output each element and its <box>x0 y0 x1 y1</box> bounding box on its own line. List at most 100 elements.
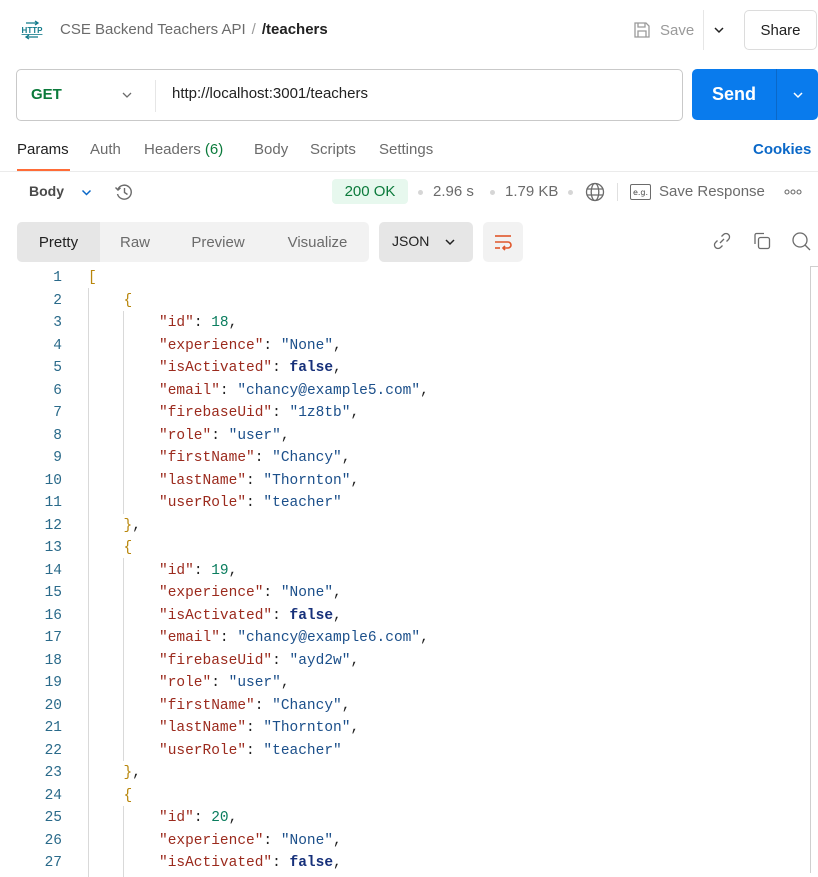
tab-headers[interactable]: Headers (6) <box>144 141 223 158</box>
code-content: "userRole": "teacher" <box>159 492 342 515</box>
code-content: "firstName": "Chancy", <box>159 447 350 470</box>
view-tab-visualize[interactable]: Visualize <box>266 222 369 262</box>
history-icon[interactable] <box>113 181 135 203</box>
globe-icon[interactable] <box>584 181 606 203</box>
url-input[interactable] <box>172 85 672 102</box>
code-token: "firstName" <box>159 450 255 466</box>
code-token: "teacher" <box>263 495 342 511</box>
divider <box>155 80 156 112</box>
code-token: "user" <box>228 675 281 691</box>
code-content: "userRole": "teacher" <box>159 740 342 763</box>
code-token: : <box>246 720 264 736</box>
code-token: "email" <box>159 630 220 646</box>
response-section-select[interactable]: Body <box>29 183 64 199</box>
save-button[interactable]: Save <box>632 17 694 43</box>
line-number: 9 <box>53 450 62 466</box>
code-token: , <box>333 832 342 849</box>
save-response-button[interactable]: Save Response <box>659 183 765 200</box>
link-icon[interactable] <box>711 230 733 252</box>
scrollbar-cap <box>810 266 818 267</box>
share-button[interactable]: Share <box>744 10 817 50</box>
request-bar: GET <box>16 69 683 121</box>
send-options-button[interactable] <box>777 69 818 120</box>
code-token: : <box>219 630 238 646</box>
code-token: : <box>272 360 290 376</box>
view-mode-tabs: Pretty Raw Preview Visualize <box>17 222 369 262</box>
breadcrumb-request-name[interactable]: /teachers <box>262 21 328 38</box>
view-tab-preview[interactable]: Preview <box>170 222 266 262</box>
copy-icon[interactable] <box>751 230 773 252</box>
code-token: : <box>211 675 229 691</box>
code-token: : <box>193 562 212 579</box>
code-line: 6 "email": "chancy@example5.com", <box>0 380 800 403</box>
code-token: : <box>272 607 290 624</box>
code-token: "experience" <box>159 832 264 849</box>
wrap-lines-icon <box>495 235 512 251</box>
code-content: "experience": "None", <box>159 830 342 853</box>
breadcrumb-collection[interactable]: CSE Backend Teachers API <box>60 21 246 38</box>
code-token: "experience" <box>159 585 264 601</box>
code-token: 19 <box>211 562 229 579</box>
format-select[interactable]: JSON <box>379 222 473 262</box>
line-number: 15 <box>44 585 62 601</box>
code-line: 24 { <box>0 785 800 808</box>
code-token: , <box>341 450 351 466</box>
code-token: "experience" <box>159 337 264 354</box>
code-token: "id" <box>159 810 194 826</box>
code-line: 8 "role": "user", <box>0 425 800 448</box>
code-token: , <box>333 360 342 376</box>
line-number: 13 <box>44 540 62 556</box>
wrap-lines-button[interactable] <box>483 222 523 262</box>
code-token: "userRole" <box>159 742 247 759</box>
view-tab-pretty[interactable]: Pretty <box>17 222 100 262</box>
line-number: 26 <box>44 832 62 849</box>
response-body-editor[interactable]: 1[2{3 "id": 18, 4 "experience": "None", 5 "is… <box>0 266 818 877</box>
code-token: { <box>123 540 133 556</box>
response-size[interactable]: 1.79 KB <box>505 183 558 200</box>
view-tab-raw[interactable]: Raw <box>100 222 170 262</box>
code-line: 4 "experience": "None", <box>0 335 800 358</box>
divider <box>617 183 618 201</box>
code-token: : <box>272 652 290 669</box>
code-token: "userRole" <box>159 495 247 511</box>
code-line: 1[ <box>0 267 800 290</box>
send-button[interactable]: Send <box>692 69 776 120</box>
tab-scripts[interactable]: Scripts <box>310 141 356 158</box>
code-token: , <box>280 675 290 691</box>
code-token: , <box>280 427 290 444</box>
breadcrumb-separator: / <box>251 21 256 38</box>
code-token: { <box>123 292 133 309</box>
tab-params[interactable]: Params <box>17 141 69 158</box>
status-badge[interactable]: 200 OK <box>332 179 408 204</box>
response-time[interactable]: 2.96 s <box>433 183 474 200</box>
code-token: , <box>420 630 429 646</box>
code-content: "isActivated": false, <box>159 605 342 628</box>
cookies-link[interactable]: Cookies <box>753 141 811 158</box>
tab-auth[interactable]: Auth <box>90 141 121 158</box>
code-token: , <box>350 652 360 669</box>
code-token: "id" <box>159 315 194 331</box>
chevron-down-icon[interactable] <box>80 186 93 199</box>
code-content: { <box>124 290 133 313</box>
save-options-button[interactable] <box>708 17 730 43</box>
svg-text:HTTP: HTTP <box>22 26 44 35</box>
code-content: "experience": "None", <box>159 582 342 605</box>
code-line: 12}, <box>0 515 800 538</box>
code-line: 19 "role": "user", <box>0 672 800 695</box>
more-options-icon[interactable] <box>783 187 803 197</box>
line-number: 1 <box>53 270 62 286</box>
tab-settings[interactable]: Settings <box>379 141 433 158</box>
code-token: "email" <box>159 382 220 399</box>
vertical-scrollbar[interactable] <box>810 267 811 873</box>
code-token: , <box>228 315 238 331</box>
code-token: } <box>123 517 133 534</box>
search-icon[interactable] <box>790 230 812 252</box>
code-token: "firebaseUid" <box>159 405 273 421</box>
tab-body[interactable]: Body <box>254 141 288 158</box>
separator-dot <box>418 190 423 195</box>
code-line: 18 "firebaseUid": "ayd2w", <box>0 650 800 673</box>
method-select[interactable]: GET <box>31 86 62 103</box>
code-token: , <box>341 697 351 714</box>
code-token: "id" <box>159 562 194 579</box>
chevron-down-icon[interactable] <box>120 88 134 102</box>
